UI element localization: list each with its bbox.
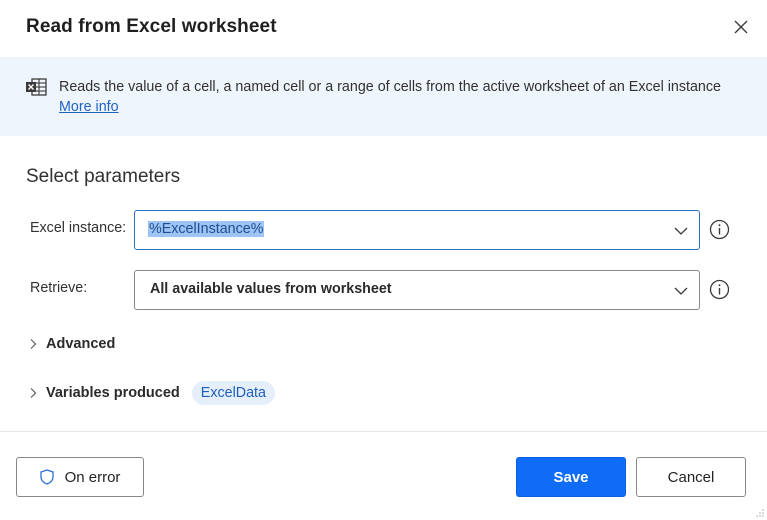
- retrieve-label: Retrieve:: [30, 280, 88, 296]
- read-from-excel-dialog: Read from Excel worksheet Reads the valu…: [0, 0, 767, 520]
- on-error-button[interactable]: On error: [16, 457, 144, 497]
- retrieve-row: Retrieve: All available values from work…: [0, 270, 767, 310]
- excel-icon: [26, 78, 47, 96]
- variable-chip[interactable]: ExcelData: [191, 381, 275, 405]
- excel-instance-row: Excel instance: %ExcelInstance%: [0, 210, 767, 250]
- action-description: Reads the value of a cell, a named cell …: [59, 79, 721, 95]
- variables-produced-expander[interactable]: Variables produced ExcelData: [28, 381, 275, 405]
- more-info-link[interactable]: More info: [59, 99, 119, 115]
- close-icon: [734, 20, 748, 34]
- shield-icon: [39, 469, 54, 485]
- chevron-down-icon: [674, 227, 688, 235]
- resize-grip-icon[interactable]: [755, 508, 765, 518]
- excel-instance-dropdown[interactable]: %ExcelInstance%: [134, 210, 700, 250]
- chevron-down-icon: [674, 287, 688, 295]
- select-parameters-heading: Select parameters: [26, 166, 181, 187]
- excel-instance-label: Excel instance:: [30, 220, 127, 236]
- cancel-button[interactable]: Cancel: [636, 457, 746, 497]
- close-button[interactable]: [729, 15, 753, 39]
- info-banner: Reads the value of a cell, a named cell …: [0, 57, 767, 136]
- chevron-right-icon: [30, 339, 37, 349]
- footer-divider: [0, 431, 767, 432]
- info-icon[interactable]: [709, 279, 730, 300]
- advanced-label: Advanced: [46, 336, 116, 352]
- advanced-expander[interactable]: Advanced: [28, 332, 115, 356]
- dialog-title: Read from Excel worksheet: [26, 16, 277, 37]
- chevron-right-icon: [30, 388, 37, 398]
- save-button[interactable]: Save: [516, 457, 626, 497]
- info-icon[interactable]: [709, 219, 730, 240]
- on-error-label: On error: [64, 468, 121, 486]
- retrieve-dropdown[interactable]: All available values from worksheet: [134, 270, 700, 310]
- title-bar: Read from Excel worksheet: [0, 0, 767, 57]
- variables-produced-label: Variables produced: [46, 385, 180, 401]
- excel-instance-value: %ExcelInstance%: [148, 221, 265, 237]
- retrieve-value: All available values from worksheet: [150, 281, 392, 297]
